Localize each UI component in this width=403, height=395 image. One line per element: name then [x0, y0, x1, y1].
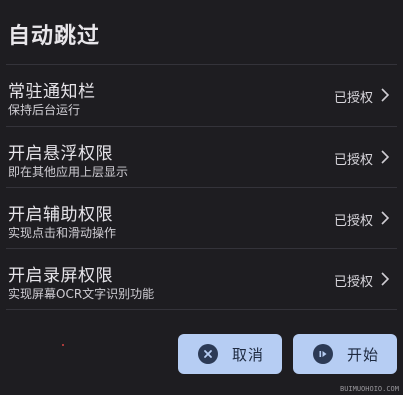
cancel-button[interactable]: 取消 [178, 334, 282, 374]
chevron-right-icon [381, 88, 390, 102]
cancel-label: 取消 [232, 345, 265, 364]
row-title: 开启辅助权限 [8, 205, 113, 225]
row-subtitle: 即在其他应用上层显示 [8, 165, 129, 179]
row-title: 开启录屏权限 [8, 266, 113, 286]
close-circle-icon [198, 344, 218, 364]
play-circle-icon [313, 344, 333, 364]
row-title: 开启悬浮权限 [8, 144, 113, 164]
skip-dialog: 自动跳过 常驻通知栏 保持后台运行 已授权 开启悬浮权限 即在其他应用上层显示 … [0, 0, 403, 395]
dialog-title: 自动跳过 [8, 24, 101, 49]
start-label: 开始 [347, 345, 380, 364]
chevron-right-icon [381, 150, 390, 164]
start-button[interactable]: 开始 [293, 334, 397, 374]
decorative-dot [62, 344, 64, 346]
divider [6, 309, 397, 310]
row-status: 已授权 [333, 91, 373, 106]
row-subtitle: 实现点击和滑动操作 [8, 226, 117, 240]
permission-row-accessibility[interactable]: 开启辅助权限 实现点击和滑动操作 已授权 [0, 188, 403, 248]
permission-row-screen-record[interactable]: 开启录屏权限 实现屏幕OCR文字识别功能 已授权 [0, 249, 403, 309]
permission-row-notification[interactable]: 常驻通知栏 保持后台运行 已授权 [0, 65, 403, 125]
row-subtitle: 保持后台运行 [8, 103, 81, 117]
row-status: 已授权 [333, 214, 373, 229]
watermark: BUIMUOHOIO.COM [339, 385, 399, 393]
chevron-right-icon [381, 272, 390, 286]
row-status: 已授权 [333, 275, 373, 290]
row-status: 已授权 [333, 153, 373, 168]
row-title: 常驻通知栏 [8, 82, 96, 102]
permission-row-overlay[interactable]: 开启悬浮权限 即在其他应用上层显示 已授权 [0, 127, 403, 187]
row-subtitle: 实现屏幕OCR文字识别功能 [8, 287, 155, 301]
chevron-right-icon [381, 211, 390, 225]
